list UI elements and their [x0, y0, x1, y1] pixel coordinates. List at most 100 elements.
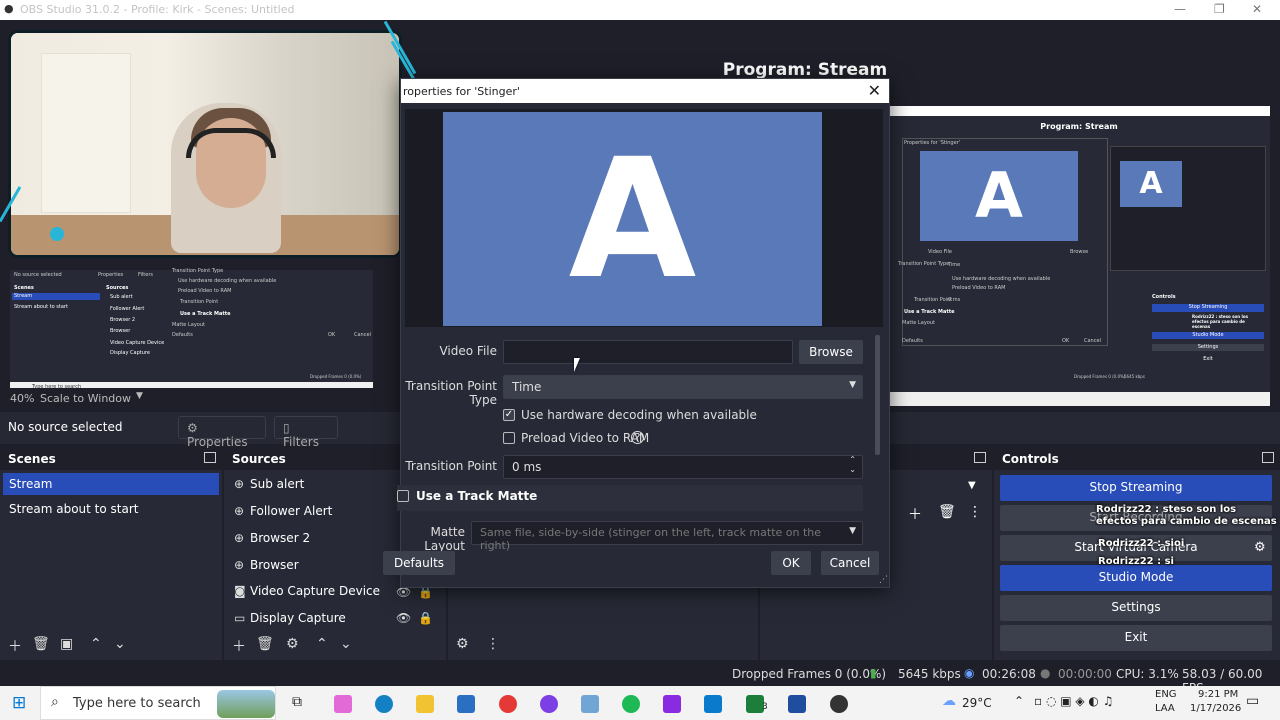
- chevron-down-icon[interactable]: ▼: [136, 391, 143, 401]
- move-up-icon[interactable]: ⌃: [316, 636, 328, 652]
- windows-start-icon[interactable]: ⊞: [12, 693, 26, 713]
- source-item[interactable]: ▭ Display Capture: [232, 607, 392, 629]
- add-scene-icon[interactable]: ＋: [8, 636, 22, 656]
- help-icon[interactable]: ?: [631, 431, 644, 444]
- properties-button[interactable]: ⚙ Properties: [178, 416, 266, 449]
- scene-item[interactable]: Stream about to start: [3, 498, 219, 520]
- source-item[interactable]: ⊕ Browser: [232, 554, 392, 576]
- filters-label: Filters: [283, 435, 319, 449]
- resize-grip-icon[interactable]: ⋰: [879, 575, 888, 585]
- snipping-tool-icon[interactable]: [581, 695, 599, 713]
- mini-tpt: Transition Point Type: [898, 261, 950, 267]
- spotify-icon[interactable]: [622, 695, 640, 713]
- move-down-icon[interactable]: ⌄: [114, 636, 126, 652]
- mini-kbps: 5645 kbps: [1124, 374, 1145, 379]
- remove-scene-icon[interactable]: 🗑: [32, 636, 50, 652]
- undock-icon[interactable]: [974, 452, 986, 463]
- vscode-icon[interactable]: [704, 695, 722, 713]
- maximize-button[interactable]: ❐: [1214, 2, 1225, 16]
- defaults-button[interactable]: Defaults: [383, 551, 455, 575]
- record-icon: ●: [1040, 666, 1051, 680]
- mini-time: Time: [948, 262, 961, 268]
- filters-button[interactable]: ▯ Filters: [274, 416, 338, 449]
- add-transition-icon[interactable]: ＋: [908, 504, 922, 524]
- move-down-icon[interactable]: ⌄: [340, 636, 352, 652]
- lock-icon[interactable]: 🔒: [418, 611, 433, 625]
- transition-point-type-select[interactable]: Time ▼: [503, 375, 863, 399]
- scale-mode-select[interactable]: Scale to Window: [40, 392, 131, 405]
- taskbar-search[interactable]: ⌕ Type here to search: [40, 686, 276, 720]
- no-source-label: No source selected: [8, 420, 123, 434]
- eye-icon[interactable]: 👁: [396, 611, 411, 625]
- filter-icon[interactable]: ▣: [60, 636, 73, 652]
- ok-button[interactable]: OK: [771, 551, 811, 575]
- filter-icon: ▯: [283, 421, 290, 435]
- dialog-title: roperties for 'Stinger': [403, 85, 520, 98]
- matte-layout-select[interactable]: Same file, side-by-side (stinger on the …: [471, 521, 863, 552]
- editor-icon[interactable]: [663, 695, 681, 713]
- mini-left-stream: Stream: [12, 293, 100, 300]
- stop-streaming-button[interactable]: Stop Streaming: [1000, 475, 1272, 501]
- search-placeholder: Type here to search: [73, 696, 201, 711]
- obs-icon[interactable]: [830, 695, 848, 713]
- notifications-icon[interactable]: ▭: [1246, 693, 1259, 709]
- source-item[interactable]: ⊕ Sub alert: [232, 473, 392, 495]
- scene-item[interactable]: Stream: [3, 473, 219, 495]
- tray-icons[interactable]: ▫ ◌ ▣ ◈ ◐ ♫: [1034, 694, 1113, 708]
- mini-left-filters: Filters: [138, 272, 153, 278]
- stream-time: 00:26:08: [982, 667, 1036, 681]
- copilot-icon[interactable]: [334, 695, 352, 713]
- chrome-icon[interactable]: [499, 695, 517, 713]
- remove-source-icon[interactable]: 🗑: [256, 636, 274, 652]
- spin-arrows-icon[interactable]: ⌃ ⌄: [849, 455, 856, 475]
- minimize-button[interactable]: —: [1174, 2, 1186, 16]
- gear-icon[interactable]: ⚙: [456, 636, 469, 652]
- chevron-down-icon[interactable]: ▼: [968, 480, 976, 491]
- studio-mode-button[interactable]: Studio Mode: [1000, 565, 1272, 591]
- more-icon[interactable]: ⋮: [486, 636, 500, 652]
- gear-icon[interactable]: ⚙: [1254, 540, 1266, 555]
- mini-hw: Use hardware decoding when available: [952, 276, 1051, 282]
- track-matte-checkbox[interactable]: [397, 490, 409, 502]
- transition-point-spinbox[interactable]: 0 ms ⌃ ⌄: [503, 455, 863, 479]
- mini-controls: Controls: [1152, 294, 1176, 300]
- edge-icon[interactable]: [375, 695, 393, 713]
- scenes-header: Scenes: [0, 448, 222, 470]
- source-item[interactable]: ⊕ Follower Alert: [232, 500, 392, 522]
- cancel-button[interactable]: Cancel: [821, 551, 879, 575]
- add-source-icon[interactable]: ＋: [232, 636, 246, 656]
- hw-decoding-checkbox[interactable]: ✓: [503, 409, 515, 421]
- more-icon[interactable]: ⋮: [968, 504, 982, 520]
- store-icon[interactable]: [457, 695, 475, 713]
- language-indicator-2[interactable]: LAA: [1155, 703, 1175, 714]
- clock-time[interactable]: 9:21 PM: [1198, 689, 1238, 700]
- close-icon[interactable]: ✕: [868, 81, 881, 100]
- messenger-icon[interactable]: [540, 695, 558, 713]
- dialog-scrollbar[interactable]: [875, 335, 880, 455]
- dialog-titlebar: roperties for 'Stinger' ✕: [401, 79, 889, 103]
- undock-icon[interactable]: [204, 452, 216, 463]
- program-title: Program: Stream: [722, 60, 888, 80]
- chevron-up-icon[interactable]: ⌃: [1014, 694, 1024, 708]
- preload-checkbox[interactable]: [503, 432, 515, 444]
- browse-button[interactable]: Browse: [799, 340, 863, 364]
- dropped-frames: Dropped Frames 0 (0.0%): [732, 667, 887, 681]
- clock-date[interactable]: 1/17/2026: [1190, 703, 1241, 714]
- source-item[interactable]: ⊕ Browser 2: [232, 527, 392, 549]
- exit-button[interactable]: Exit: [1000, 625, 1272, 651]
- mini-ms: 0 ms: [948, 297, 961, 303]
- source-item[interactable]: ◙ Video Capture Device: [232, 580, 392, 602]
- zoom-level: 40%: [10, 392, 35, 405]
- video-file-input[interactable]: [503, 340, 793, 364]
- settings-button[interactable]: Settings: [1000, 595, 1272, 621]
- close-button[interactable]: ✕: [1252, 2, 1262, 16]
- move-up-icon[interactable]: ⌃: [90, 636, 102, 652]
- gear-icon[interactable]: ⚙: [286, 636, 299, 652]
- remove-transition-icon[interactable]: 🗑: [938, 504, 956, 520]
- file-explorer-icon[interactable]: [416, 695, 434, 713]
- task-view-icon[interactable]: ⧉: [292, 694, 302, 710]
- mini-studio: Studio Mode: [1152, 332, 1264, 339]
- language-indicator[interactable]: ENG: [1155, 689, 1177, 700]
- undock-icon[interactable]: [1262, 452, 1274, 463]
- photoshop-icon[interactable]: [788, 695, 806, 713]
